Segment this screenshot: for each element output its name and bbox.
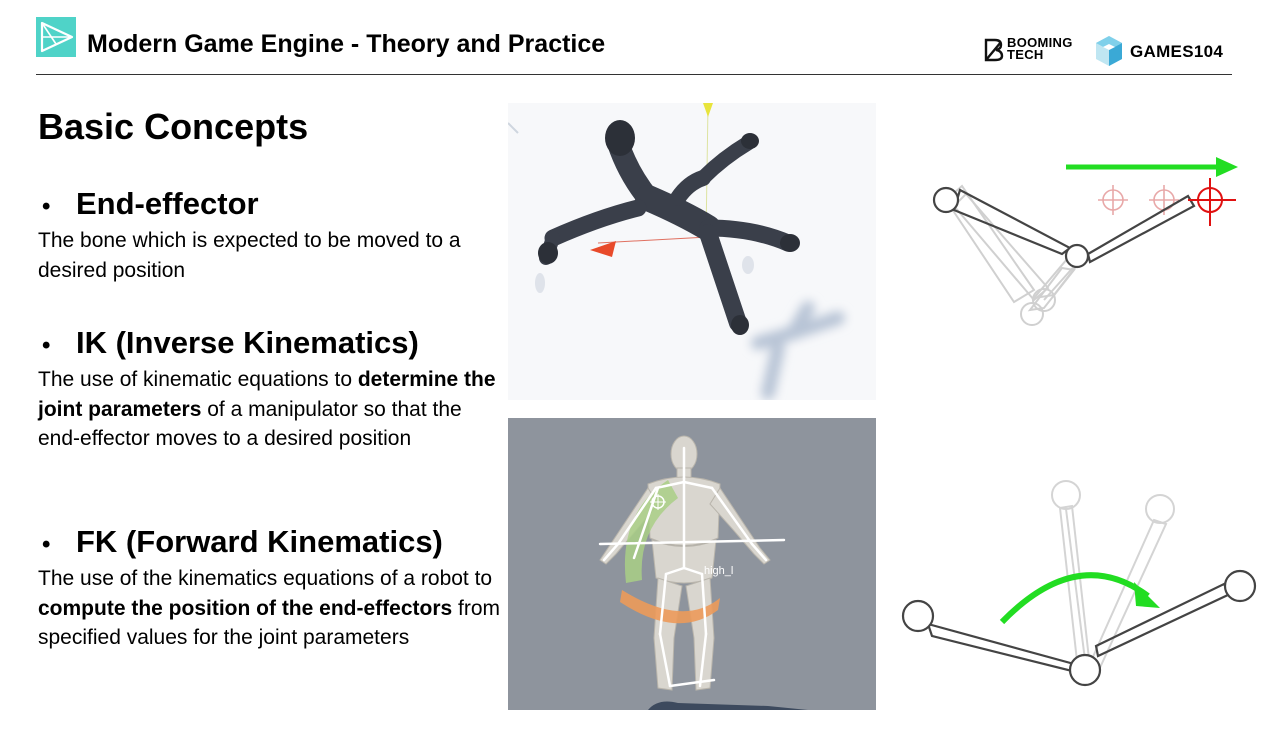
bullet-marker: • [42,332,51,359]
ghost-target-icons [1098,185,1179,215]
description-text: The use of kinematic equations to [38,368,358,391]
play-logo-icon [36,17,76,57]
games104-text: GAMES104 [1130,42,1224,61]
fk-character-image: high_l [508,418,876,710]
concept-end-effector: • End-effector The bone which is expecte… [38,186,508,285]
concept-description: The bone which is expected to be moved t… [38,226,508,285]
concept-title: FK (Forward Kinematics) [76,524,443,559]
booming-tech-logo: BOOMING TECH [983,34,1087,68]
bone-label: high_l [704,565,733,577]
header-divider [36,74,1232,75]
concept-fk: • FK (Forward Kinematics) The use of the… [38,524,508,653]
slide-title: Modern Game Engine - Theory and Practice [87,30,606,58]
bullet-marker: • [42,531,51,558]
games104-logo: GAMES104 [1094,34,1234,68]
concept-description: The use of the kinematics equations of a… [38,564,508,653]
target-crosshair-icon [1188,178,1236,226]
ik-character-image [508,103,876,400]
booming-tech-text: BOOMING TECH [1007,35,1073,62]
section-title: Basic Concepts [38,106,309,147]
slide-header: Modern Game Engine - Theory and Practice… [0,0,1280,76]
games-cube-icon [1096,36,1122,66]
concept-ik: • IK (Inverse Kinematics) The use of kin… [38,325,508,454]
ik-diagram [932,157,1238,326]
booming-b-icon [984,38,1004,62]
concept-title: IK (Inverse Kinematics) [76,325,419,360]
concept-description: The use of kinematic equations to determ… [38,365,508,454]
description-text: The bone which is expected to be moved t… [38,229,461,282]
fk-diagram [901,480,1257,687]
description-text: The use of the kinematics equations of a… [38,567,493,590]
concept-title: End-effector [76,186,259,221]
bullet-marker: • [42,193,51,220]
description-emphasis: compute the position of the end-effector… [38,596,453,620]
